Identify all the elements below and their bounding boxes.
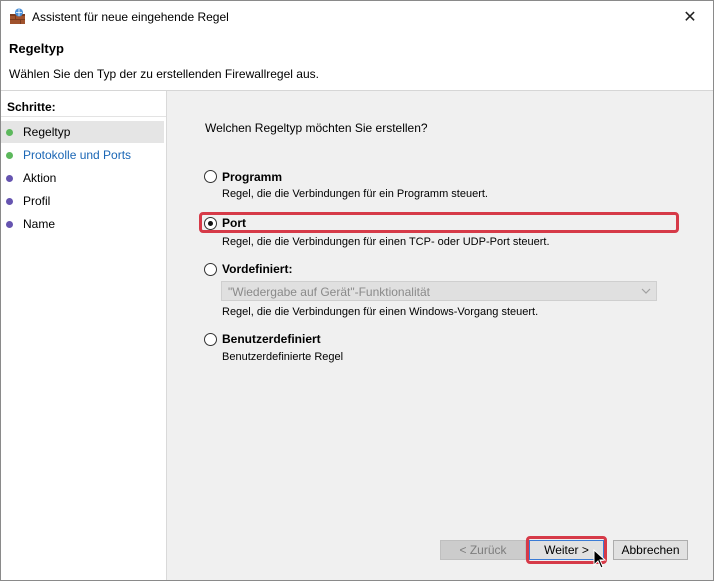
option-benutzerdefiniert-description: Benutzerdefinierte Regel: [222, 351, 344, 363]
sidebar-step-regeltyp[interactable]: Regeltyp: [1, 121, 164, 143]
close-icon: ✕: [683, 8, 697, 26]
page-description: Wählen Sie den Typ der zu erstellenden F…: [9, 67, 319, 81]
option-port-label[interactable]: Port: [222, 216, 246, 230]
wizard-window: Assistent für neue eingehende Regel ✕ Re…: [0, 0, 714, 581]
chevron-down-icon: [641, 288, 651, 294]
step-status-bullet-icon: [6, 174, 13, 182]
sidebar-step-label: Name: [23, 217, 56, 231]
radio-vordefiniert[interactable]: [204, 263, 217, 276]
back-button[interactable]: < Zurück: [440, 540, 526, 560]
steps-heading: Schritte:: [7, 100, 56, 114]
sidebar-step-protokolle-und-ports[interactable]: Protokolle und Ports: [1, 144, 164, 166]
sidebar-step-label: Profil: [23, 194, 51, 208]
sidebar-step-aktion[interactable]: Aktion: [1, 167, 164, 189]
option-port-description: Regel, die die Verbindungen für einen TC…: [222, 236, 550, 248]
sidebar-step-profil[interactable]: Profil: [1, 190, 164, 212]
main-content: Welchen Regeltyp möchten Sie erstellen? …: [167, 91, 713, 580]
option-programm-description: Regel, die die Verbindungen für ein Prog…: [222, 188, 488, 200]
cancel-button[interactable]: Abbrechen: [613, 540, 688, 560]
sidebar-step-label: Protokolle und Ports: [23, 148, 132, 162]
step-status-bullet-icon: [6, 128, 13, 136]
mouse-cursor-icon: [593, 549, 607, 569]
window-title: Assistent für neue eingehende Regel: [32, 10, 229, 24]
predefined-rule-selected: "Wiedergabe auf Gerät"-Funktionalität: [228, 285, 430, 299]
sidebar-step-name[interactable]: Name: [1, 213, 164, 235]
port-highlight-box: [199, 212, 679, 233]
close-button[interactable]: ✕: [667, 1, 713, 32]
step-status-bullet-icon: [6, 220, 13, 228]
option-vordefiniert-description: Regel, die die Verbindungen für einen Wi…: [222, 306, 539, 318]
predefined-rule-dropdown: "Wiedergabe auf Gerät"-Funktionalität: [221, 281, 657, 301]
page-header: Regeltyp Wählen Sie den Typ der zu erste…: [1, 32, 713, 91]
option-benutzerdefiniert-label[interactable]: Benutzerdefiniert: [222, 332, 321, 346]
option-programm-label[interactable]: Programm: [222, 170, 282, 184]
page-title: Regeltyp: [9, 41, 64, 56]
sidebar-step-label: Aktion: [23, 171, 57, 185]
radio-programm[interactable]: [204, 170, 217, 183]
steps-sidebar: Schritte: Regeltyp Protokolle und Ports Ak…: [1, 91, 167, 580]
sidebar-step-label: Regeltyp: [23, 125, 71, 139]
title-bar: Assistent für neue eingehende Regel ✕: [1, 1, 713, 32]
radio-benutzerdefiniert[interactable]: [204, 333, 217, 346]
step-status-bullet-icon: [6, 151, 13, 159]
option-vordefiniert-label[interactable]: Vordefiniert:: [222, 262, 292, 276]
radio-port[interactable]: [204, 217, 217, 230]
step-status-bullet-icon: [6, 197, 13, 205]
rule-type-question: Welchen Regeltyp möchten Sie erstellen?: [205, 121, 428, 135]
firewall-app-icon: [10, 8, 25, 24]
steps-divider: [1, 116, 166, 117]
